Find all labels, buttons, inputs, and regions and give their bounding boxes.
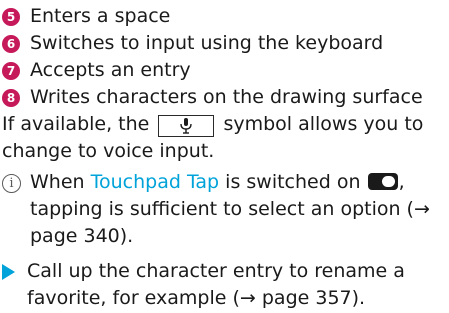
info-note: i When Touchpad Tap is switched on , tap… [2,169,447,250]
legend-text: Accepts an entry [30,59,191,81]
info-icon: i [2,174,21,193]
number-badge: 7 [2,61,20,80]
legend-text: Writes characters on the drawing surface [30,86,423,108]
microphone-icon [158,115,215,137]
touchpad-tap-link[interactable]: Touchpad Tap [91,171,220,193]
legend-text: Switches to input using the keyboard [30,32,384,54]
toggle-switch-icon [367,173,398,190]
voice-input-paragraph: If available, the symbol allows you to c… [2,111,447,165]
voice-text-before: If available, the [2,113,150,135]
number-badge: 8 [2,88,20,107]
info-note-text: When Touchpad Tap is switched on , tappi… [30,169,447,250]
number-badge: 6 [2,34,20,53]
legend-list: 5 Enters a space 6 Switches to input usi… [2,3,447,111]
legend-item: 5 Enters a space [2,3,447,30]
number-badge: 5 [2,7,20,26]
legend-item: 6 Switches to input using the keyboard [2,30,447,57]
instruction-step: Call up the character entry to rename a … [2,258,447,312]
legend-text: Enters a space [30,5,171,27]
step-text: Call up the character entry to rename a … [27,260,405,309]
note-text-before: When [30,171,85,193]
manual-page: 5 Enters a space 6 Switches to input usi… [2,3,447,312]
triangle-bullet-icon [2,264,15,280]
note-text-middle: is switched on [225,171,361,193]
legend-item: 8 Writes characters on the drawing surfa… [2,84,447,111]
legend-item: 7 Accepts an entry [2,57,447,84]
